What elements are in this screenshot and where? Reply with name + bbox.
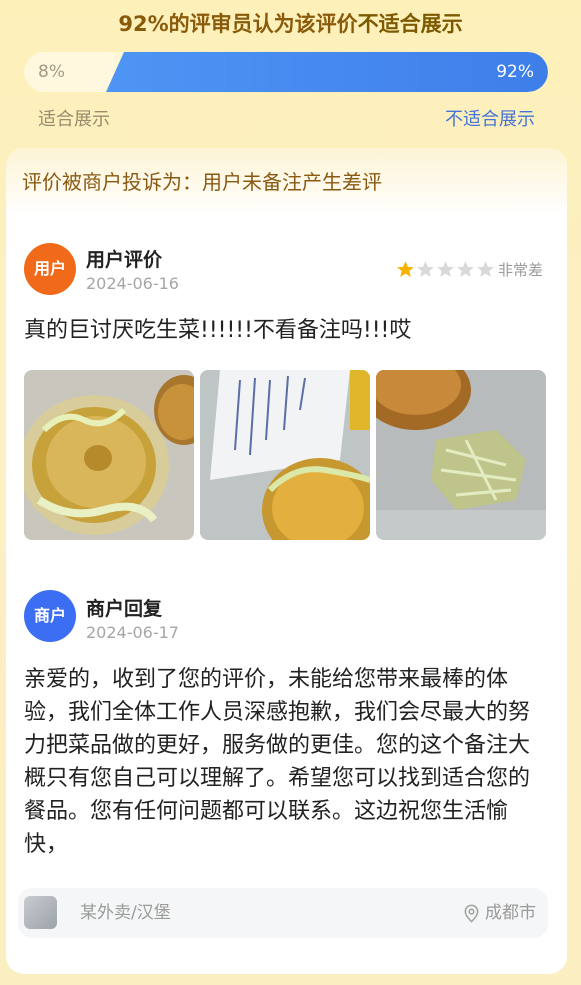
merchant-reply-text: 亲爱的，收到了您的评价，未能给您带来最棒的体验，我们全体工作人员深感抱歉，我们会… bbox=[24, 667, 531, 857]
star-empty-icon bbox=[416, 260, 435, 279]
pineapple-burger-photo[interactable] bbox=[24, 370, 194, 540]
reply-title: 商户回复 bbox=[86, 598, 163, 620]
rating-label: 非常差 bbox=[497, 261, 543, 279]
review-text: 真的巨讨厌吃生菜!!!!!!不看备注吗!!!哎 bbox=[24, 318, 412, 343]
review-date: 2024-06-16 bbox=[86, 274, 179, 293]
receipt-burger-photo[interactable] bbox=[200, 370, 370, 540]
shop-name: 某外卖/汉堡 bbox=[80, 903, 171, 923]
review-card: 评价被商户投诉为：用户未备注产生差评 用户 用户评价 2024-06-16 非常… bbox=[6, 148, 567, 974]
complaint-banner: 评价被商户投诉为：用户未备注产生差评 bbox=[6, 148, 567, 214]
merchant-avatar: 商户 bbox=[24, 590, 76, 642]
verdict-conclusion: 不适合展示 bbox=[357, 12, 463, 36]
review-photos bbox=[24, 370, 546, 540]
shop-thumbnail-icon bbox=[24, 896, 57, 929]
star-empty-icon bbox=[456, 260, 475, 279]
location-text: 成都市 bbox=[485, 903, 536, 923]
verdict-text: 的评审员认为该评价 bbox=[168, 12, 358, 36]
review-title: 用户评价 bbox=[86, 249, 163, 271]
star-empty-icon bbox=[436, 260, 455, 279]
verdict-headline: 92%的评审员认为该评价不适合展示 bbox=[0, 10, 581, 38]
location: 成都市 bbox=[462, 888, 536, 938]
unsuitable-label: 不适合展示 bbox=[445, 109, 535, 130]
reply-date: 2024-06-17 bbox=[86, 623, 179, 642]
location-pin-icon bbox=[464, 904, 479, 923]
star-rating: 非常差 bbox=[396, 259, 543, 280]
user-avatar: 用户 bbox=[24, 243, 76, 295]
star-filled-icon bbox=[396, 260, 415, 279]
lettuce-photo[interactable] bbox=[376, 370, 546, 540]
stars-container bbox=[396, 260, 496, 279]
suitable-percent: 8% bbox=[38, 62, 65, 82]
unsuitable-segment bbox=[106, 52, 548, 92]
suitable-label: 适合展示 bbox=[38, 109, 110, 130]
verdict-percent: 92% bbox=[118, 12, 169, 36]
shop-info-bar[interactable]: 某外卖/汉堡 成都市 bbox=[18, 888, 548, 938]
unsuitable-percent: 92% bbox=[496, 62, 534, 82]
star-empty-icon bbox=[476, 260, 495, 279]
vote-progress-bar: 8% 92% bbox=[24, 52, 548, 92]
